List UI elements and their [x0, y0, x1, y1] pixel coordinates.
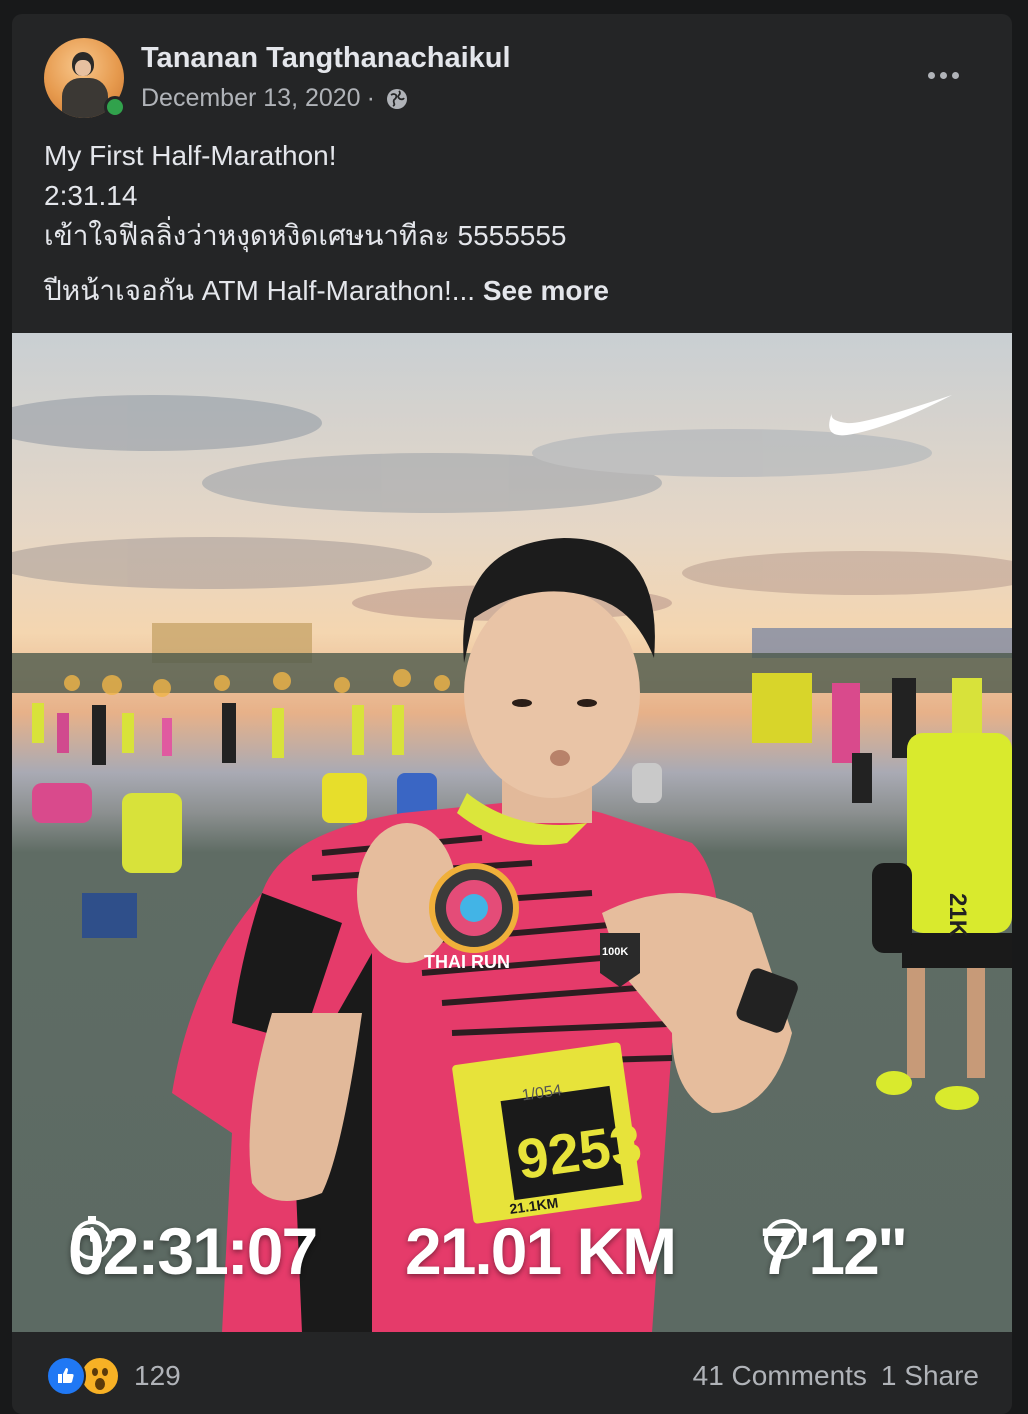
- engagement-counts: 41 Comments 1 Share: [693, 1360, 979, 1392]
- see-more-link[interactable]: See more: [483, 275, 609, 306]
- more-dot: [951, 71, 959, 79]
- like-icon: [46, 1356, 86, 1396]
- author-name[interactable]: Tananan Tangthanachaikul: [141, 42, 511, 75]
- post-text-last-line: ปีหน้าเจอกัน ATM Half-Marathon!... See m…: [44, 271, 984, 311]
- post-text-line: 2:31.14: [44, 180, 138, 211]
- shares-count-link[interactable]: 1 Share: [881, 1360, 979, 1392]
- wow-eye: [92, 1368, 98, 1376]
- photo-scene: 21K 100K THAI RUN 9253 1/054 21.1KM: [12, 395, 1012, 1332]
- reaction-count: 129: [134, 1360, 181, 1391]
- avatar-face: [75, 60, 91, 76]
- post-card: Tananan Tangthanachaikul December 13, 20…: [12, 14, 1012, 1414]
- wow-icon: [80, 1356, 120, 1396]
- post-text-truncated: ปีหน้าเจอกัน ATM Half-Marathon!...: [44, 275, 476, 306]
- vest-text: 21K: [944, 893, 971, 938]
- reactions-summary[interactable]: 129: [46, 1356, 181, 1396]
- shirt-badge-text: 100K: [602, 946, 628, 958]
- shirt-logo-text: THAI RUN: [424, 952, 510, 972]
- wow-eye: [102, 1368, 108, 1376]
- nike-swoosh-icon: [829, 395, 952, 436]
- post-header: Tananan Tangthanachaikul December 13, 20…: [12, 14, 1012, 124]
- globe-icon[interactable]: [385, 87, 409, 111]
- meta-separator: ·: [366, 84, 375, 112]
- online-status-dot: [104, 96, 126, 118]
- runner-right: 21K: [872, 733, 1012, 1110]
- post-text-line: My First Half-Marathon!: [44, 140, 337, 171]
- post-text: My First Half-Marathon! 2:31.14 เข้าใจฟี…: [44, 136, 984, 311]
- post-date[interactable]: December 13, 2020: [141, 84, 361, 113]
- engagement-bar: 129 41 Comments 1 Share: [12, 1332, 1012, 1414]
- avatar-body: [62, 78, 108, 118]
- post-meta: December 13, 2020 ·: [141, 84, 409, 113]
- wow-mouth: [95, 1378, 105, 1390]
- post-photo[interactable]: 21K 100K THAI RUN 9253 1/054 21.1KM 02:3…: [12, 333, 1012, 1332]
- more-dot: [939, 71, 947, 79]
- more-options-button[interactable]: [918, 58, 968, 92]
- more-horizontal-icon: [927, 71, 935, 79]
- post-text-line: เข้าใจฟีลลิ่งว่าหงุดหงิดเศษนาทีละ 555555…: [44, 220, 567, 251]
- thumbs-up-icon: [58, 1368, 74, 1383]
- comments-count-link[interactable]: 41 Comments: [693, 1360, 867, 1392]
